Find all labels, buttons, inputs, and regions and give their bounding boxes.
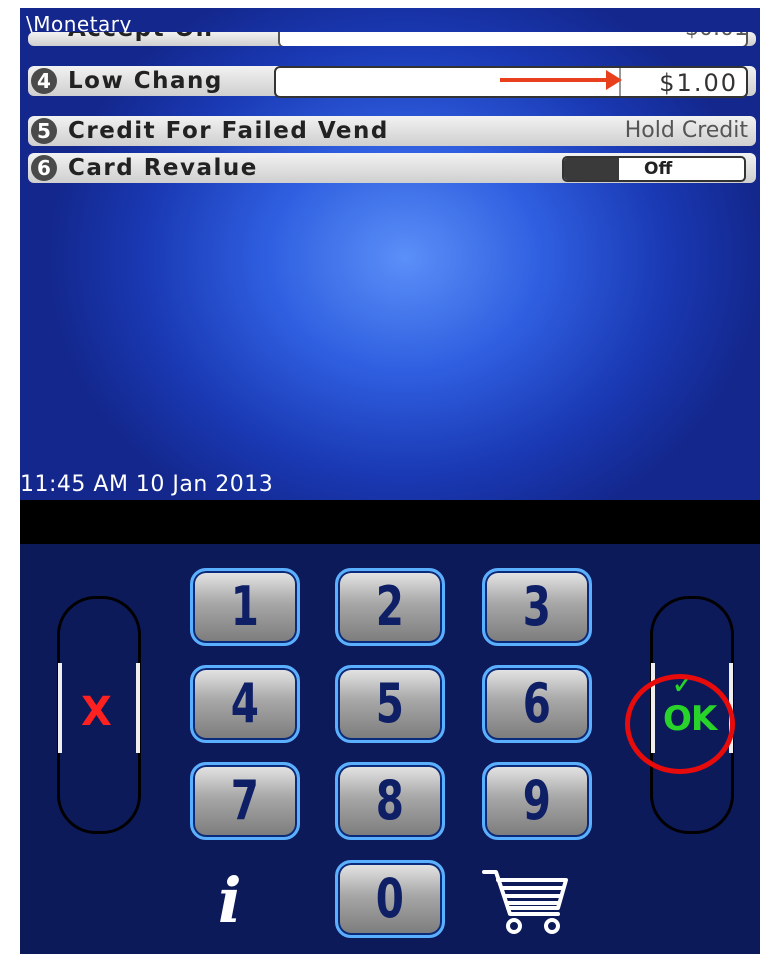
toggle-knob [564,158,619,180]
menu-row-value: $0.01 [685,32,748,41]
key-digit: 7 [230,769,260,832]
value-field [278,32,748,46]
key-3[interactable]: 3 [482,568,592,646]
key-9[interactable]: 9 [482,762,592,840]
key-digit: 3 [522,575,552,638]
info-icon[interactable]: i [218,864,242,937]
key-digit: 5 [375,672,405,735]
low-change-input[interactable]: $1.00 [274,66,748,98]
key-digit: 4 [230,672,260,735]
cart-icon[interactable] [480,866,570,938]
button-edge [136,663,140,753]
menu-row-label: Credit For Failed Vend [68,118,389,144]
low-change-value: $1.00 [659,69,738,97]
menu-row-value: Hold Credit [624,118,748,143]
key-digit: 0 [375,867,405,930]
cancel-icon: X [81,689,112,735]
key-5[interactable]: 5 [335,665,445,743]
keypad-panel: X ✓ OK 1 2 3 4 5 6 7 8 9 0 i [20,544,760,954]
key-2[interactable]: 2 [335,568,445,646]
menu-row-card-revalue[interactable]: 6 Card Revalue Off [28,153,756,183]
menu-row-low-change[interactable]: 4 Low Chang $1.00 [28,66,756,98]
key-1[interactable]: 1 [190,568,300,646]
display-screen: \Monetary Accept On $0.01 4 Low Chang $1… [20,8,760,500]
row-number-badge: 6 [31,155,57,181]
key-digit: 2 [375,575,405,638]
button-edge [58,663,62,753]
key-digit: 1 [230,575,260,638]
cancel-button[interactable]: X [57,596,141,834]
menu-row-label: Low Chang [68,68,223,94]
key-7[interactable]: 7 [190,762,300,840]
toggle-value: Off [644,159,673,179]
key-0[interactable]: 0 [335,860,445,938]
date-time: 11:45 AM 10 Jan 2013 [20,472,274,497]
row-number-badge: 4 [31,68,57,94]
menu-row-accept-on[interactable]: Accept On $0.01 [28,32,756,46]
key-6[interactable]: 6 [482,665,592,743]
menu-row-credit-failed-vend[interactable]: 5 Credit For Failed Vend Hold Credit [28,116,756,146]
row-number-badge: 5 [31,118,57,144]
key-8[interactable]: 8 [335,762,445,840]
arrow-right-icon [500,70,622,90]
key-digit: 9 [522,769,552,832]
highlight-ring [625,674,735,774]
key-digit: 8 [375,769,405,832]
divider-bar [20,500,760,544]
card-revalue-toggle[interactable]: Off [562,156,746,182]
menu-row-label: Card Revalue [68,155,258,181]
key-4[interactable]: 4 [190,665,300,743]
menu-row-label: Accept On [68,32,214,42]
key-digit: 6 [522,672,552,735]
